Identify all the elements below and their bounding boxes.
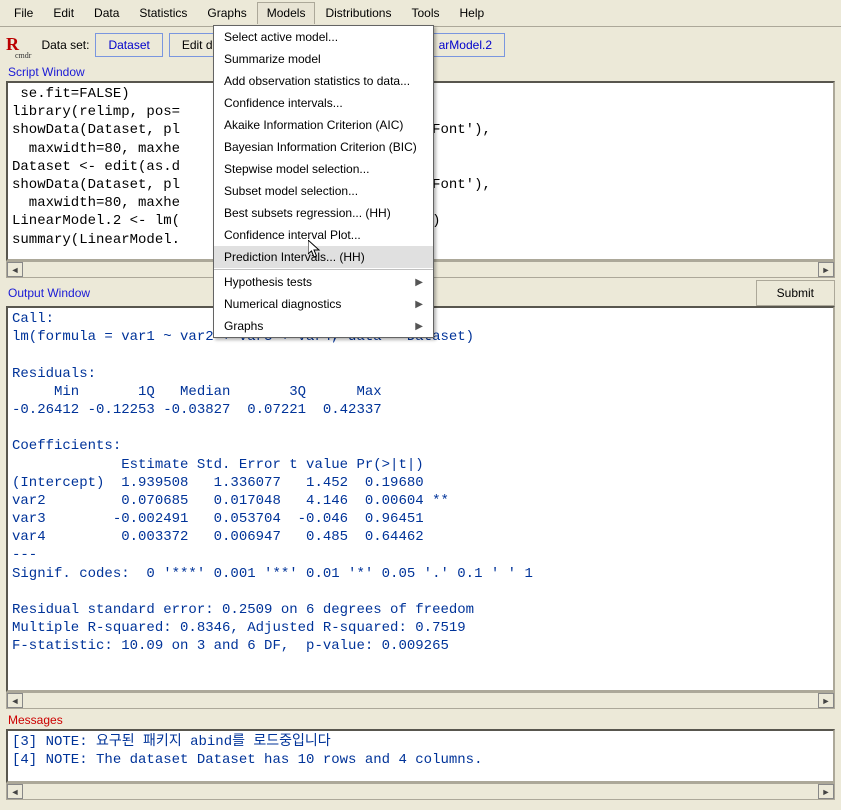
active-model-button[interactable]: arModel.2 — [426, 33, 505, 57]
menu-item-label: Best subsets regression... (HH) — [224, 206, 391, 220]
menu-item-label: Select active model... — [224, 30, 338, 44]
models-menu-item[interactable]: Summarize model — [214, 48, 433, 70]
menu-tools[interactable]: Tools — [401, 2, 449, 24]
output-scrollbar[interactable]: ◄ ► — [6, 692, 835, 709]
menu-edit[interactable]: Edit — [43, 2, 84, 24]
menu-models[interactable]: Models — [257, 2, 316, 24]
scroll-left-icon[interactable]: ◄ — [7, 693, 23, 708]
models-dropdown: Select active model... Summarize model Add… — [213, 25, 434, 338]
models-menu-item[interactable]: Prediction Intervals... (HH) — [214, 246, 433, 268]
messages-scrollbar[interactable]: ◄ ► — [6, 783, 835, 800]
rcmdr-logo: Rcmdr — [6, 34, 35, 57]
scroll-left-icon[interactable]: ◄ — [7, 262, 23, 277]
menu-item-label: Prediction Intervals... (HH) — [224, 250, 365, 264]
menu-item-label: Numerical diagnostics — [224, 297, 341, 311]
menu-statistics[interactable]: Statistics — [129, 2, 197, 24]
messages-window[interactable]: [3] NOTE: 요구된 패키지 abind를 로드중입니다 [4] NOTE… — [6, 729, 835, 783]
scroll-right-icon[interactable]: ► — [818, 693, 834, 708]
submenu-arrow-icon: ▶ — [415, 321, 423, 332]
submit-button[interactable]: Submit — [756, 280, 835, 306]
models-menu-item[interactable]: Graphs ▶ — [214, 315, 433, 337]
menubar: FileEditDataStatisticsGraphsModelsDistri… — [0, 0, 841, 27]
menu-item-label: Subset model selection... — [224, 184, 358, 198]
menu-file[interactable]: File — [4, 2, 43, 24]
output-window-label: Output Window — [0, 284, 98, 302]
models-menu-item[interactable]: Akaike Information Criterion (AIC) — [214, 114, 433, 136]
scroll-right-icon[interactable]: ► — [818, 262, 834, 277]
messages-label: Messages — [0, 711, 841, 729]
menu-item-label: Akaike Information Criterion (AIC) — [224, 118, 403, 132]
menu-item-label: Bayesian Information Criterion (BIC) — [224, 140, 417, 154]
output-window[interactable]: Call: lm(formula = var1 ~ var2 + var3 + … — [6, 306, 835, 692]
menu-item-label: Hypothesis tests — [224, 275, 312, 289]
dataset-label: Data set: — [41, 38, 89, 52]
submenu-arrow-icon: ▶ — [415, 299, 423, 310]
menu-item-label: Graphs — [224, 319, 263, 333]
menu-data[interactable]: Data — [84, 2, 129, 24]
models-menu-item[interactable]: Confidence intervals... — [214, 92, 433, 114]
menu-item-label: Confidence intervals... — [224, 96, 343, 110]
models-menu-item[interactable]: Bayesian Information Criterion (BIC) — [214, 136, 433, 158]
models-menu-item[interactable]: Confidence interval Plot... — [214, 224, 433, 246]
dataset-button[interactable]: Dataset — [95, 33, 162, 57]
menu-distributions[interactable]: Distributions — [315, 2, 401, 24]
menu-help[interactable]: Help — [450, 2, 495, 24]
models-menu-item[interactable]: Select active model... — [214, 26, 433, 48]
menu-item-label: Confidence interval Plot... — [224, 228, 361, 242]
models-menu-item[interactable]: Numerical diagnostics ▶ — [214, 293, 433, 315]
models-menu-item[interactable]: Hypothesis tests ▶ — [214, 271, 433, 293]
menu-item-label: Summarize model — [224, 52, 321, 66]
scroll-left-icon[interactable]: ◄ — [7, 784, 23, 799]
menu-item-label: Stepwise model selection... — [224, 162, 369, 176]
models-menu-item[interactable]: Subset model selection... — [214, 180, 433, 202]
models-menu-item[interactable]: Add observation statistics to data... — [214, 70, 433, 92]
scroll-right-icon[interactable]: ► — [818, 784, 834, 799]
submenu-arrow-icon: ▶ — [415, 277, 423, 288]
menu-item-label: Add observation statistics to data... — [224, 74, 410, 88]
menu-graphs[interactable]: Graphs — [197, 2, 256, 24]
models-menu-item[interactable]: Best subsets regression... (HH) — [214, 202, 433, 224]
models-menu-item[interactable]: Stepwise model selection... — [214, 158, 433, 180]
